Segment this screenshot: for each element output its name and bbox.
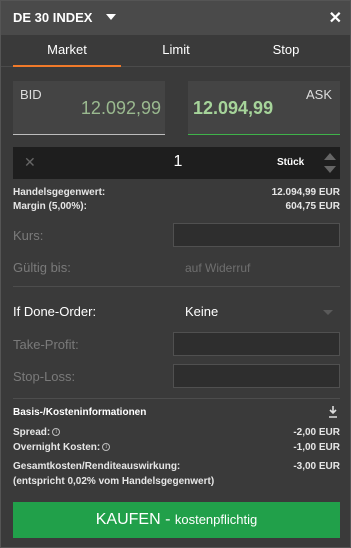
spread-label: Spread:: [13, 427, 51, 438]
stop-loss-label: Stop-Loss:: [13, 369, 76, 384]
price-label: Kurs:: [13, 228, 44, 243]
quantity-value[interactable]: 1: [163, 153, 193, 171]
take-profit-label: Take-Profit:: [13, 337, 79, 352]
margin-label: Margin (5,00%):: [13, 201, 87, 212]
total-cost-row: Gesamtkosten/Renditeauswirkung: -3,00 EU…: [13, 461, 340, 472]
take-profit-input[interactable]: [173, 332, 340, 356]
overnight-value: -1,00 EUR: [293, 442, 340, 453]
active-tab-indicator: [13, 65, 121, 67]
buy-button-separator: -: [160, 511, 175, 528]
decrement-icon[interactable]: [324, 166, 336, 173]
total-cost-note-row: (entspricht 0,02% vom Handelsgegenwert): [13, 476, 340, 487]
trade-value-label: Handelsgegenwert:: [13, 187, 106, 198]
buy-button[interactable]: KAUFEN - kostenpflichtig: [13, 502, 340, 538]
instrument-header[interactable]: DE 30 INDEX ✕: [1, 1, 350, 35]
bid-price: 12.092,99: [80, 98, 161, 118]
bid-label: BID: [20, 87, 42, 102]
tab-limit[interactable]: Limit: [123, 42, 229, 57]
total-cost-label: Gesamtkosten/Renditeauswirkung:: [13, 461, 181, 472]
increment-icon[interactable]: [324, 153, 336, 160]
chevron-down-icon[interactable]: [106, 14, 116, 20]
spread-value: -2,00 EUR: [293, 427, 340, 438]
bid-quote[interactable]: BID 12.092,99: [13, 81, 165, 135]
tab-stop[interactable]: Stop: [233, 42, 339, 57]
ask-label: ASK: [305, 87, 332, 102]
divider: [13, 286, 340, 287]
valid-until-label: Gültig bis:: [13, 260, 71, 275]
trade-value: 12.094,99 EUR: [271, 187, 340, 198]
clear-icon[interactable]: ✕: [24, 154, 36, 171]
total-cost-value: -3,00 EUR: [293, 461, 340, 472]
buy-button-sublabel: kostenpflichtig: [174, 512, 258, 527]
order-type-tabs: Market Limit Stop: [1, 35, 350, 67]
info-icon[interactable]: i: [52, 428, 61, 437]
buy-button-label: KAUFEN: [95, 511, 161, 528]
valid-until-value[interactable]: auf Widerruf: [185, 261, 250, 275]
close-icon[interactable]: ✕: [329, 8, 342, 28]
quantity-unit: Stück: [277, 157, 305, 168]
margin-value: 604,75 EUR: [285, 201, 340, 212]
overnight-label: Overnight Kosten:: [13, 442, 101, 453]
price-input[interactable]: [173, 223, 340, 247]
divider: [13, 398, 340, 399]
if-done-order-label: If Done-Order:: [13, 304, 97, 319]
quantity-stepper[interactable]: ✕ 1 Stück: [13, 147, 340, 179]
ask-price: 12.094,99: [193, 98, 274, 118]
overnight-row: Overnight Kosten: i -1,00 EUR: [13, 442, 340, 453]
margin-row: Margin (5,00%): 604,75 EUR: [13, 201, 340, 212]
if-done-order-select[interactable]: Keine: [185, 304, 218, 319]
download-icon[interactable]: [328, 406, 338, 418]
total-cost-note: (entspricht 0,02% vom Handelsgegenwert): [13, 476, 215, 487]
trade-value-row: Handelsgegenwert: 12.094,99 EUR: [13, 187, 340, 198]
instrument-title[interactable]: DE 30 INDEX: [13, 10, 92, 25]
info-icon[interactable]: i: [102, 443, 111, 452]
chevron-down-icon[interactable]: [323, 310, 333, 315]
spread-row: Spread: i -2,00 EUR: [13, 427, 340, 438]
cost-info-title: Basis-/Kosteninformationen: [13, 407, 147, 418]
tab-market[interactable]: Market: [13, 42, 121, 57]
order-ticket-panel: DE 30 INDEX ✕ Market Limit Stop BID 12.0…: [0, 0, 351, 548]
stop-loss-input[interactable]: [173, 364, 340, 388]
ask-quote[interactable]: ASK 12.094,99: [188, 81, 340, 135]
